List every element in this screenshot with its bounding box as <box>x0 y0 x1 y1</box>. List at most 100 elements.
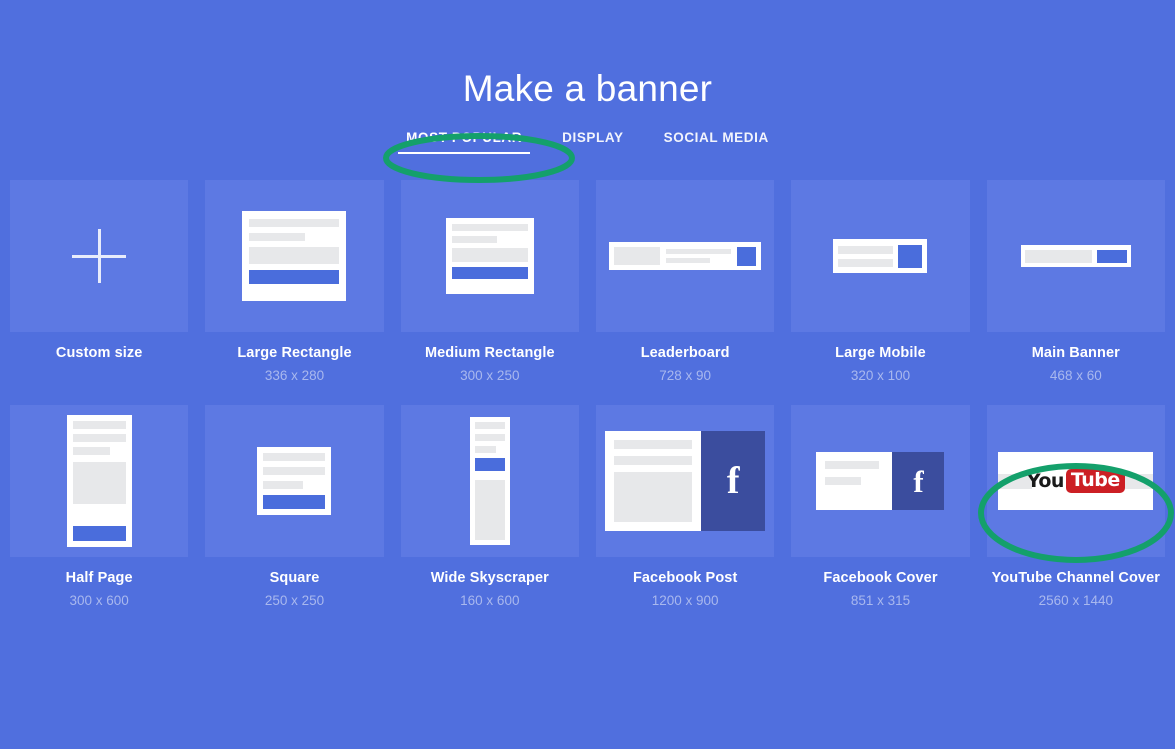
youtube-icon: You Tube <box>1027 469 1125 493</box>
mock-line <box>614 456 693 465</box>
mock-line <box>249 233 306 241</box>
mock-line <box>838 245 894 254</box>
facebook-icon: f <box>701 431 766 531</box>
card-facebook-cover-label: Facebook Cover <box>823 570 938 586</box>
medium-rectangle-mock <box>445 218 534 294</box>
tab-most-popular-label: MOST POPULAR <box>406 130 523 145</box>
page-title: Make a banner <box>462 68 713 109</box>
card-large-rectangle-thumb <box>205 180 384 332</box>
mock-content <box>605 431 702 531</box>
card-custom-size-thumb <box>10 180 189 332</box>
large-mobile-mock <box>833 239 928 273</box>
card-wide-skyscraper[interactable]: Wide Skyscraper 160 x 600 <box>400 405 579 608</box>
card-half-page-dims: 300 x 600 <box>69 593 129 608</box>
facebook-cover-mock: f <box>816 452 945 510</box>
mock-lines <box>838 245 894 267</box>
facebook-icon: f <box>892 452 945 510</box>
mock-line <box>474 446 497 453</box>
card-leaderboard[interactable]: Leaderboard 728 x 90 <box>595 180 775 383</box>
mock-cta <box>737 246 757 266</box>
card-custom-size[interactable]: Custom size <box>10 180 189 383</box>
mock-block <box>451 248 528 262</box>
card-square-dims: 250 x 250 <box>264 593 325 608</box>
tab-most-popular[interactable]: MOST POPULAR <box>398 128 531 154</box>
card-facebook-cover[interactable]: f Facebook Cover 851 x 315 <box>791 405 970 608</box>
card-facebook-post[interactable]: f Facebook Post 1200 x 900 <box>595 405 775 608</box>
card-main-banner[interactable]: Main Banner 468 x 60 <box>986 180 1165 383</box>
mock-cta <box>263 495 326 509</box>
card-facebook-post-label: Facebook Post <box>632 570 738 586</box>
card-facebook-post-thumb: f <box>595 405 775 557</box>
mock-content <box>816 452 893 510</box>
card-large-rectangle-label: Large Rectangle <box>237 345 352 361</box>
tab-social-media-label: SOCIAL MEDIA <box>663 130 769 145</box>
square-mock <box>257 447 332 515</box>
tab-social-media[interactable]: SOCIAL MEDIA <box>662 128 771 154</box>
mock-cta <box>72 526 126 541</box>
mock-line <box>825 461 879 469</box>
facebook-f-glyph: f <box>726 460 740 502</box>
tab-display[interactable]: DISPLAY <box>560 128 625 154</box>
mock-cta <box>474 458 505 471</box>
youtube-cover-mock: You Tube <box>998 452 1154 510</box>
card-wide-skyscraper-thumb <box>400 405 579 557</box>
card-large-mobile[interactable]: Large Mobile 320 x 100 <box>791 180 970 383</box>
card-leaderboard-dims: 728 x 90 <box>659 368 712 383</box>
mock-line <box>451 236 498 243</box>
mock-line <box>263 467 326 475</box>
card-large-rectangle[interactable]: Large Rectangle 336 x 280 <box>205 180 384 383</box>
card-leaderboard-label: Leaderboard <box>640 345 730 361</box>
card-square-thumb <box>205 405 384 557</box>
leaderboard-mock <box>609 242 762 270</box>
card-youtube-channel-cover[interactable]: You Tube YouTube Channel Cover 2560 x 14… <box>986 405 1165 608</box>
wide-skyscraper-mock <box>469 417 510 545</box>
mock-cta <box>249 270 340 284</box>
youtube-you-text: You <box>1026 469 1065 492</box>
half-page-mock <box>66 415 132 547</box>
main-banner-mock <box>1020 245 1131 267</box>
facebook-f-glyph: f <box>913 463 924 499</box>
tab-display-label: DISPLAY <box>562 130 624 145</box>
mock-block <box>614 247 661 265</box>
card-youtube-channel-cover-thumb: You Tube <box>986 405 1165 557</box>
card-wide-skyscraper-label: Wide Skyscraper <box>430 570 549 586</box>
card-facebook-post-dims: 1200 x 900 <box>651 593 719 608</box>
card-large-rectangle-dims: 336 x 280 <box>264 368 325 383</box>
large-rectangle-mock <box>242 211 347 301</box>
card-large-mobile-thumb <box>791 180 970 332</box>
card-main-banner-label: Main Banner <box>1031 345 1120 361</box>
mock-line <box>72 446 110 455</box>
card-facebook-cover-thumb: f <box>791 405 970 557</box>
card-square-label: Square <box>269 570 320 586</box>
card-half-page[interactable]: Half Page 300 x 600 <box>10 405 189 608</box>
card-youtube-channel-cover-dims: 2560 x 1440 <box>1038 593 1113 608</box>
card-facebook-cover-dims: 851 x 315 <box>850 593 911 608</box>
card-medium-rectangle-dims: 300 x 250 <box>460 368 520 383</box>
mock-cta <box>898 244 923 268</box>
card-medium-rectangle-label: Medium Rectangle <box>424 345 555 361</box>
mock-lines <box>666 249 732 263</box>
mock-line <box>825 477 862 485</box>
mock-block <box>249 247 340 264</box>
card-wide-skyscraper-dims: 160 x 600 <box>460 593 520 608</box>
mock-line <box>263 453 326 461</box>
card-main-banner-dims: 468 x 60 <box>1049 368 1102 383</box>
mock-line <box>614 440 693 449</box>
mock-line <box>474 434 505 441</box>
mock-line <box>72 433 126 442</box>
mock-line <box>249 219 340 227</box>
card-square[interactable]: Square 250 x 250 <box>205 405 384 608</box>
card-youtube-channel-cover-label: YouTube Channel Cover <box>991 570 1160 586</box>
mock-line <box>474 422 505 429</box>
mock-block <box>1024 249 1092 263</box>
banner-size-grid: Custom size Large Rectangle 336 x 280 Me… <box>0 180 1175 608</box>
card-half-page-label: Half Page <box>65 570 133 586</box>
mock-line <box>72 421 126 429</box>
card-large-mobile-label: Large Mobile <box>835 345 926 361</box>
card-medium-rectangle[interactable]: Medium Rectangle 300 x 250 <box>400 180 579 383</box>
mock-line <box>263 481 303 489</box>
mock-cta <box>1096 249 1127 263</box>
banner-picker-page: Make a banner MOST POPULAR DISPLAY SOCIA… <box>0 0 1175 749</box>
plus-icon <box>72 229 127 283</box>
facebook-post-mock: f <box>605 431 766 531</box>
